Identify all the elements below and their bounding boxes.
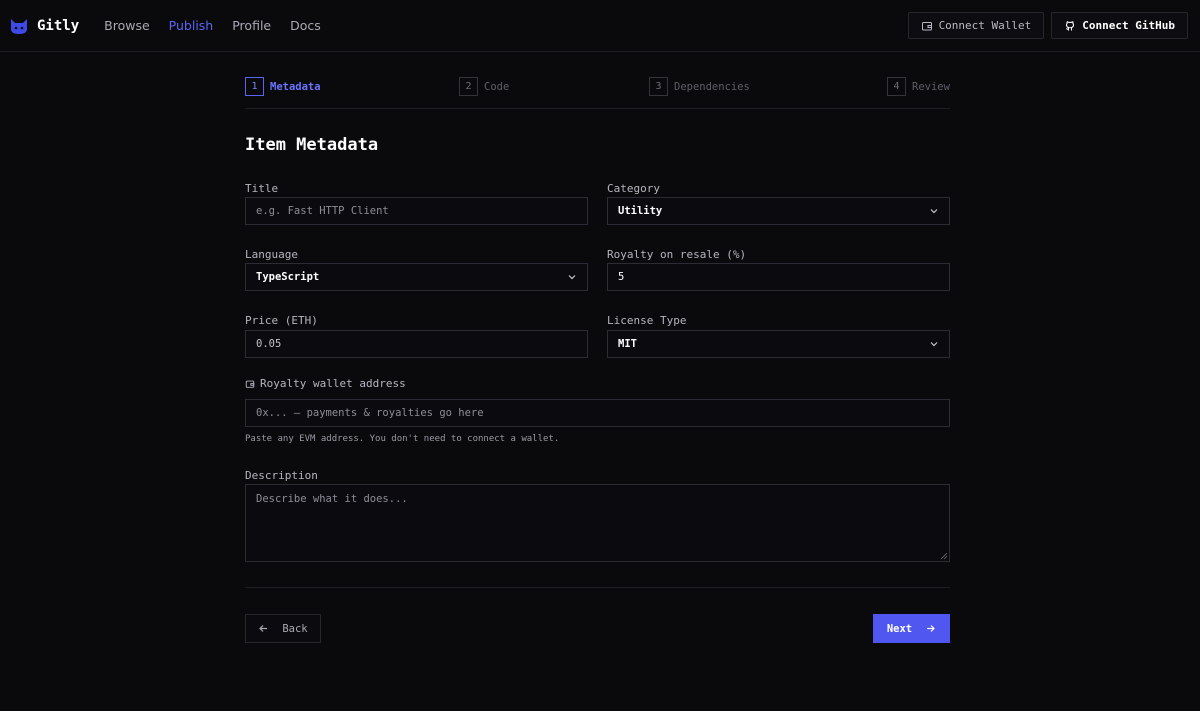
wallet-icon xyxy=(921,21,932,30)
title-label: Title xyxy=(245,182,279,195)
github-icon xyxy=(1066,20,1075,30)
next-button[interactable]: Next xyxy=(873,614,950,643)
next-label: Next xyxy=(886,622,913,635)
connect-github-button[interactable]: Connect GitHub xyxy=(1051,12,1188,39)
top-bar: Gitly Browse Publish Profile Docs Connec… xyxy=(0,0,1200,52)
connect-github-label: Connect GitHub xyxy=(1082,19,1175,32)
step-number: 3 xyxy=(649,77,668,96)
category-value: Utility xyxy=(618,205,663,217)
main-nav: Browse Publish Profile Docs xyxy=(104,18,321,33)
category-select[interactable]: Utility xyxy=(607,197,950,225)
wallet-label: Royalty wallet address xyxy=(245,377,406,390)
step-metadata[interactable]: 1 Metadata xyxy=(245,77,321,96)
step-number: 4 xyxy=(887,77,906,96)
royalty-label: Royalty on resale (%) xyxy=(607,248,747,261)
nav-browse[interactable]: Browse xyxy=(104,18,150,33)
cat-logo-icon xyxy=(11,18,27,34)
price-label: Price (ETH) xyxy=(245,314,318,327)
license-select[interactable]: MIT xyxy=(607,330,950,358)
nav-profile[interactable]: Profile xyxy=(232,18,271,33)
step-code[interactable]: 2 Code xyxy=(459,77,509,96)
back-button[interactable]: Back xyxy=(245,614,321,643)
language-value: TypeScript xyxy=(256,271,320,283)
chevron-down-icon xyxy=(930,209,938,214)
step-number: 1 xyxy=(245,77,264,96)
nav-docs[interactable]: Docs xyxy=(290,18,321,33)
category-label: Category xyxy=(607,182,660,195)
step-review[interactable]: 4 Review xyxy=(887,77,950,96)
header-actions: Connect Wallet Connect GitHub xyxy=(907,12,1188,39)
wallet-icon xyxy=(245,380,255,388)
section-title: Item Metadata xyxy=(245,135,379,155)
connect-wallet-label: Connect Wallet xyxy=(938,19,1032,32)
brand[interactable]: Gitly xyxy=(9,16,79,36)
license-label: License Type xyxy=(607,314,687,327)
description-textarea[interactable]: Describe what it does... xyxy=(245,484,950,562)
step-label: Code xyxy=(484,80,510,93)
nav-publish[interactable]: Publish xyxy=(169,18,214,33)
chevron-down-icon xyxy=(568,275,576,280)
chevron-down-icon xyxy=(930,342,938,347)
publish-wizard: 1 Metadata 2 Code 3 Dependencies 4 Revie… xyxy=(245,52,950,643)
wallet-hint: Paste any EVM address. You don't need to… xyxy=(245,434,560,444)
arrow-right-icon xyxy=(927,625,935,632)
wallet-address-input[interactable]: 0x... — payments & royalties go here xyxy=(245,399,950,427)
step-label: Review xyxy=(912,80,950,93)
language-select[interactable]: TypeScript xyxy=(245,263,588,291)
wallet-label-text: Royalty wallet address xyxy=(260,377,406,390)
royalty-input[interactable]: 5 xyxy=(607,263,950,291)
resize-handle-icon[interactable] xyxy=(941,553,947,559)
price-input[interactable]: 0.05 xyxy=(245,330,588,358)
description-label: Description xyxy=(245,469,318,482)
step-label: Metadata xyxy=(270,80,321,93)
brand-name: Gitly xyxy=(37,17,80,34)
step-dependencies[interactable]: 3 Dependencies xyxy=(649,77,750,96)
connect-wallet-button[interactable]: Connect Wallet xyxy=(907,12,1045,39)
description-placeholder: Describe what it does... xyxy=(256,493,408,505)
language-label: Language xyxy=(245,248,298,261)
arrow-left-icon xyxy=(259,625,268,632)
step-label: Dependencies xyxy=(674,80,750,93)
step-number: 2 xyxy=(459,77,478,96)
back-label: Back xyxy=(282,622,308,635)
divider xyxy=(245,587,950,588)
title-input[interactable]: e.g. Fast HTTP Client xyxy=(245,197,588,225)
stepper: 1 Metadata 2 Code 3 Dependencies 4 Revie… xyxy=(245,52,950,109)
license-value: MIT xyxy=(618,338,637,350)
